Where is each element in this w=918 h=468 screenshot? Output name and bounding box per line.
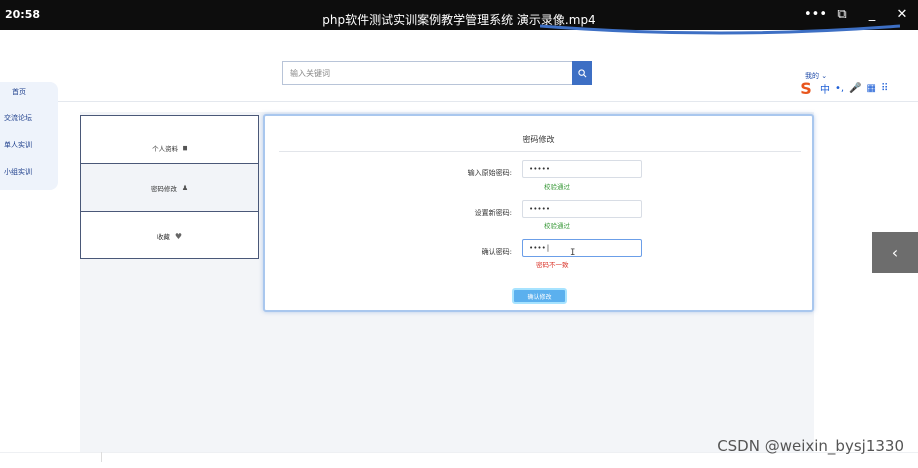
microphone-icon[interactable]: 🎤 — [849, 83, 861, 94]
chevron-left-icon[interactable]: ‹ — [872, 232, 918, 273]
header-divider — [0, 101, 918, 102]
old-password-status: 校验通过 — [544, 183, 570, 191]
confirm-password-status: 密码不一致 — [536, 261, 569, 269]
menu-item-label: 个人资料 — [152, 144, 179, 153]
sogou-logo-icon[interactable]: S — [797, 79, 815, 98]
form-title-divider — [279, 151, 801, 152]
menu-item-label: 密码修改 — [150, 184, 177, 193]
menu-item-password[interactable]: 密码修改 ♟ — [81, 164, 258, 212]
id-card-icon: ▆ — [183, 144, 187, 151]
submit-button[interactable]: 确认修改 — [512, 288, 567, 304]
left-nav: 首页 交流论坛 单人实训 小组实训 — [0, 82, 58, 190]
nav-item-forum[interactable]: 交流论坛 — [0, 113, 58, 123]
close-icon[interactable]: ✕ — [894, 7, 910, 22]
user-icon: ♟ — [181, 183, 189, 192]
watermark-text: CSDN @weixin_bysj1330 — [717, 437, 904, 455]
ime-mode-toggle[interactable]: 中 — [820, 81, 830, 96]
old-password-input[interactable]: ••••• — [522, 160, 642, 178]
nav-item-home[interactable]: 首页 — [0, 87, 58, 97]
window-controls: ••• ⧉ _ ✕ — [804, 7, 910, 22]
confirm-password-label: 确认密码: — [481, 248, 512, 256]
confirm-password-input[interactable]: ••••| — [522, 239, 642, 257]
search-button[interactable] — [572, 61, 592, 85]
footer-tick — [101, 452, 102, 462]
progress-arc-decoration — [540, 24, 900, 35]
old-password-label: 输入原始密码: — [467, 169, 512, 177]
nav-item-single-training[interactable]: 单人实训 — [0, 140, 58, 150]
more-icon[interactable]: ••• — [804, 7, 827, 22]
grid-menu-icon[interactable]: ⠿ — [881, 83, 888, 94]
minimize-icon[interactable]: _ — [864, 7, 880, 22]
new-password-input[interactable]: ••••• — [522, 200, 642, 218]
search-icon — [577, 68, 586, 77]
text-cursor-icon: I — [570, 248, 576, 258]
nav-item-group-training[interactable]: 小组实训 — [0, 167, 58, 177]
new-password-status: 校验通过 — [544, 222, 570, 230]
menu-item-profile[interactable]: 个人资料 ▆ — [81, 116, 258, 164]
form-title: 密码修改 — [522, 135, 555, 144]
heart-icon: ♥ — [174, 231, 183, 241]
new-password-label: 设置新密码: — [474, 209, 512, 217]
search-bar — [282, 61, 592, 85]
menu-item-favorites[interactable]: 收藏 ♥ — [81, 212, 258, 260]
menu-item-label: 收藏 — [156, 233, 170, 241]
password-change-card: 密码修改 输入原始密码: ••••• 校验通过 设置新密码: ••••• 校验通… — [263, 114, 814, 312]
pip-icon[interactable]: ⧉ — [834, 7, 850, 22]
ime-toolbar: S 中 •, 🎤 ▦ ⠿ — [797, 79, 888, 98]
profile-side-menu: 个人资料 ▆ 密码修改 ♟ 收藏 ♥ — [80, 115, 259, 259]
punctuation-icon[interactable]: •, — [835, 83, 844, 94]
search-input[interactable] — [282, 61, 572, 85]
keyboard-icon[interactable]: ▦ — [867, 83, 876, 94]
